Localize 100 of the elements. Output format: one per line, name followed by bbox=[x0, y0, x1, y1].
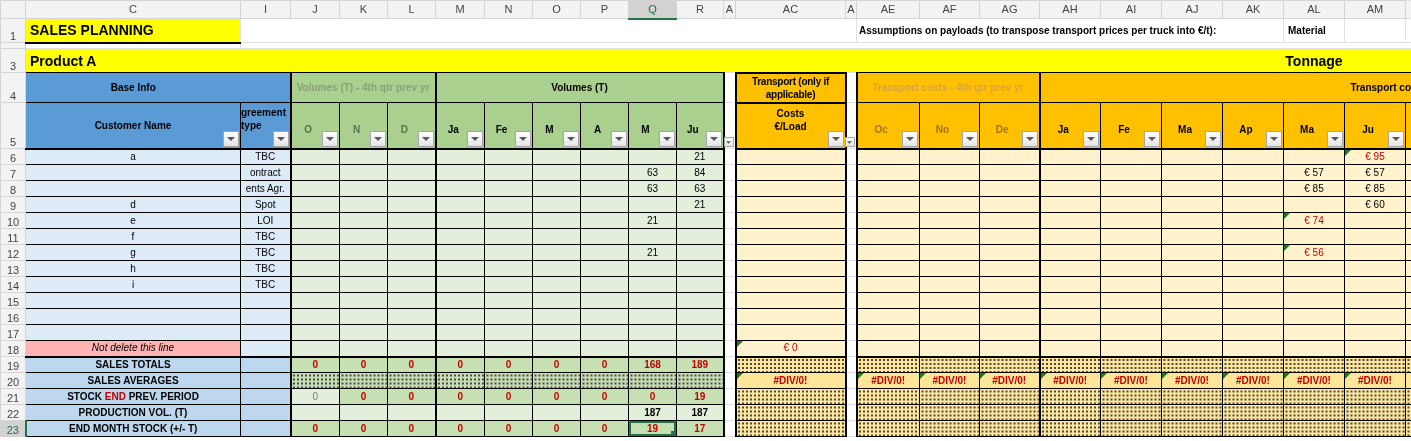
cell-value: #DIV/0! bbox=[932, 374, 967, 386]
column-label: Ja bbox=[1056, 123, 1070, 136]
filter-dropdown-button[interactable] bbox=[322, 130, 338, 147]
cell-value: #DIV/0! bbox=[1175, 374, 1209, 386]
column-header[interactable]: L bbox=[387, 0, 436, 19]
row-label: SALES TOTALS bbox=[25, 356, 241, 373]
column-label: Ju bbox=[1361, 123, 1375, 136]
filter-dropdown-button[interactable] bbox=[827, 130, 844, 147]
column-label: Customer Name bbox=[93, 119, 173, 132]
cell-value: #DIV/0! bbox=[1358, 374, 1392, 386]
column-header[interactable]: AC bbox=[735, 0, 846, 19]
table-cell: 0 bbox=[290, 356, 340, 373]
filter-dropdown-button[interactable] bbox=[467, 130, 483, 147]
column-label: Costs €/Load bbox=[773, 106, 808, 133]
cell-value: € 0 bbox=[783, 342, 798, 354]
row-number[interactable]: 1 bbox=[0, 18, 26, 43]
filter-dropdown-button[interactable] bbox=[417, 130, 434, 147]
filter-dropdown-button[interactable] bbox=[705, 130, 722, 147]
column-header[interactable]: A bbox=[845, 0, 857, 19]
column-label: M bbox=[640, 123, 651, 136]
caret-icon bbox=[615, 136, 623, 141]
caret-icon bbox=[471, 136, 479, 141]
column-label: Oc bbox=[873, 123, 889, 136]
column-label: No bbox=[934, 123, 951, 136]
column-header[interactable]: AF bbox=[919, 0, 980, 19]
filter-dropdown-button[interactable] bbox=[1266, 130, 1282, 147]
column-header[interactable]: O bbox=[532, 0, 581, 19]
cell-value: #DIV/0! bbox=[992, 374, 1027, 386]
table-cell: 0 bbox=[339, 356, 388, 373]
filter-dropdown-button[interactable] bbox=[370, 130, 386, 147]
column-header[interactable]: P bbox=[580, 0, 629, 19]
column-label: N bbox=[351, 123, 362, 136]
row-number[interactable]: 4 bbox=[0, 72, 26, 103]
column-header[interactable]: AJ bbox=[1161, 0, 1223, 19]
caret-icon bbox=[326, 136, 334, 141]
filter-dropdown-button[interactable] bbox=[1205, 130, 1221, 147]
table-cell: 0 bbox=[580, 356, 629, 373]
cell-value: #DIV/0! bbox=[773, 374, 808, 386]
column-label: greement type bbox=[241, 106, 287, 132]
table-cell bbox=[240, 356, 291, 373]
caret-icon bbox=[1209, 136, 1217, 141]
filter-dropdown-button[interactable] bbox=[902, 130, 918, 147]
column-header[interactable]: AK bbox=[1222, 0, 1284, 19]
column-header[interactable]: AL bbox=[1283, 0, 1345, 19]
column-label: De bbox=[994, 123, 1010, 136]
caret-icon bbox=[1331, 136, 1339, 141]
column-header[interactable]: C bbox=[25, 0, 241, 19]
cell-value: € 74 bbox=[1304, 214, 1324, 226]
section-title: Tonnage bbox=[1222, 48, 1406, 73]
filter-dropdown-button[interactable] bbox=[223, 130, 239, 147]
column-header[interactable]: AI bbox=[1100, 0, 1162, 19]
filter-dropdown-button[interactable] bbox=[723, 137, 734, 147]
column-label: O bbox=[303, 123, 314, 136]
filter-dropdown-button[interactable] bbox=[1144, 130, 1160, 147]
caret-icon bbox=[1025, 136, 1034, 141]
filter-dropdown-button[interactable] bbox=[659, 130, 675, 147]
column-header[interactable]: AM bbox=[1344, 0, 1406, 19]
column-header[interactable]: Q bbox=[628, 0, 677, 19]
group-header: Volumes (T) bbox=[435, 72, 724, 103]
group-header: Transport (only if applicable) bbox=[735, 72, 846, 103]
column-header[interactable]: J bbox=[290, 0, 340, 19]
row-number[interactable]: 3 bbox=[0, 48, 26, 73]
filter-dropdown-button[interactable] bbox=[272, 130, 289, 147]
row-number[interactable]: 5 bbox=[0, 102, 26, 149]
column-header[interactable]: AH bbox=[1039, 0, 1101, 19]
filter-dropdown-button[interactable] bbox=[962, 130, 978, 147]
group-header: Transport co bbox=[1039, 72, 1411, 103]
cell-value: #DIV/0! bbox=[1236, 374, 1270, 386]
filter-dropdown-button[interactable] bbox=[515, 130, 531, 147]
filter-dropdown-button[interactable] bbox=[1083, 130, 1099, 147]
table-cell: 168 bbox=[628, 356, 677, 373]
column-label: D bbox=[399, 123, 409, 136]
filter-dropdown-button[interactable] bbox=[1327, 130, 1343, 147]
group-header: Transport costs - 4th qtr prev yr bbox=[856, 72, 1040, 103]
column-header[interactable]: AG bbox=[979, 0, 1040, 19]
caret-icon bbox=[227, 136, 235, 141]
product-title: Product A bbox=[25, 48, 241, 73]
table-cell: 0 bbox=[435, 356, 485, 373]
caret-icon bbox=[847, 140, 852, 144]
filter-dropdown-button[interactable] bbox=[1021, 130, 1038, 147]
caret-icon bbox=[276, 136, 285, 141]
caret-icon bbox=[519, 136, 527, 141]
filter-dropdown-button[interactable] bbox=[563, 130, 579, 147]
caret-icon bbox=[1148, 136, 1156, 141]
caret-icon bbox=[663, 136, 671, 141]
filter-dropdown-button[interactable] bbox=[1388, 130, 1404, 147]
column-label: Ma bbox=[1177, 123, 1193, 136]
column-header[interactable]: N bbox=[484, 0, 533, 19]
column-header[interactable]: AE bbox=[856, 0, 920, 19]
column-header[interactable]: K bbox=[339, 0, 388, 19]
header-band bbox=[1405, 48, 1411, 73]
material-label: Material bbox=[1283, 18, 1345, 43]
column-label: M bbox=[544, 123, 555, 136]
column-header[interactable]: M bbox=[435, 0, 485, 19]
filter-dropdown-button[interactable] bbox=[611, 130, 627, 147]
column-label: Ap bbox=[1238, 123, 1254, 136]
column-header[interactable]: I bbox=[240, 0, 291, 19]
table-cell: 189 bbox=[676, 356, 724, 373]
assumptions-note: Assumptions on payloads (to transpose transport prices per truck into €/t): bbox=[856, 18, 1284, 43]
column-header[interactable]: R bbox=[676, 0, 724, 19]
